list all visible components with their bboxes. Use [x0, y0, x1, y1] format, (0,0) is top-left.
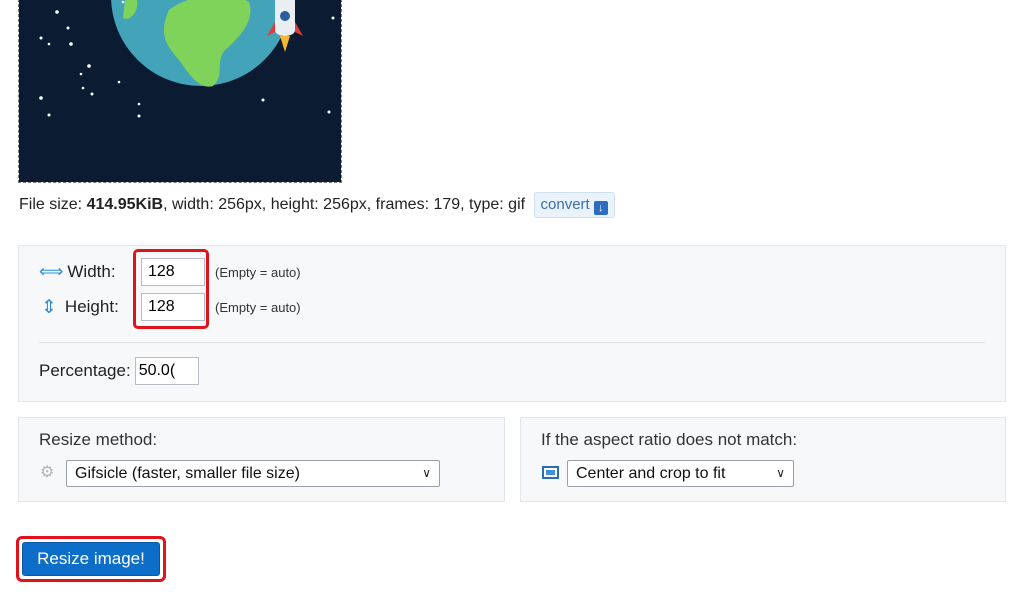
chevron-down-icon: ∨ [776, 466, 785, 480]
image-crop-icon [542, 466, 559, 479]
width-hint: (Empty = auto) [215, 264, 301, 280]
resize-method-label: Resize method: [39, 430, 158, 449]
height-label-wrap: ⇕ Height: [39, 296, 141, 319]
aspect-ratio-label: If the aspect ratio does not match: [541, 430, 798, 449]
height-label: Height: [64, 297, 119, 316]
resize-method-select[interactable]: Gifsicle (faster, smaller file size) ∨ [66, 460, 440, 487]
width-label-wrap: ⟺ Width: [39, 262, 141, 282]
percentage-row: Percentage: [39, 357, 199, 385]
height-hint: (Empty = auto) [215, 299, 301, 315]
file-info: File size: 414.95KiB, width: 256px, heig… [19, 192, 615, 218]
convert-button[interactable]: convert ↓ [533, 192, 615, 218]
percentage-input[interactable] [134, 357, 199, 385]
gif-preview [18, 0, 342, 183]
gear-icon: ⚙ [40, 464, 55, 481]
aspect-ratio-panel: If the aspect ratio does not match: Cent… [520, 417, 1006, 502]
vertical-arrows-icon: ⇕ [41, 296, 57, 318]
download-arrow-icon: ↓ [593, 201, 608, 215]
resize-method-panel: Resize method: ⚙ Gifsicle (faster, small… [18, 417, 505, 502]
resize-button-highlight: Resize image! [16, 536, 166, 582]
resize-image-button[interactable]: Resize image! [22, 542, 160, 576]
aspect-ratio-selected: Center and crop to fit [576, 465, 726, 482]
resize-method-selected: Gifsicle (faster, smaller file size) [75, 465, 300, 482]
file-size-prefix: File size: [19, 196, 87, 214]
percentage-label: Percentage: [39, 361, 131, 380]
aspect-ratio-select[interactable]: Center and crop to fit ∨ [567, 460, 794, 487]
earth-rocket-illustration [19, 0, 341, 182]
divider [39, 342, 985, 343]
horizontal-arrows-icon: ⟺ [39, 262, 64, 281]
chevron-down-icon: ∨ [422, 466, 431, 480]
width-label: Width: [67, 262, 116, 281]
file-details: , width: 256px, height: 256px, frames: 1… [163, 196, 526, 214]
convert-label: convert [540, 196, 590, 213]
dimensions-panel: ⟺ Width: (Empty = auto) ⇕ Height: (Empty… [18, 245, 1006, 402]
dimension-highlight-box [133, 249, 209, 329]
file-size-value: 414.95KiB [86, 196, 164, 214]
